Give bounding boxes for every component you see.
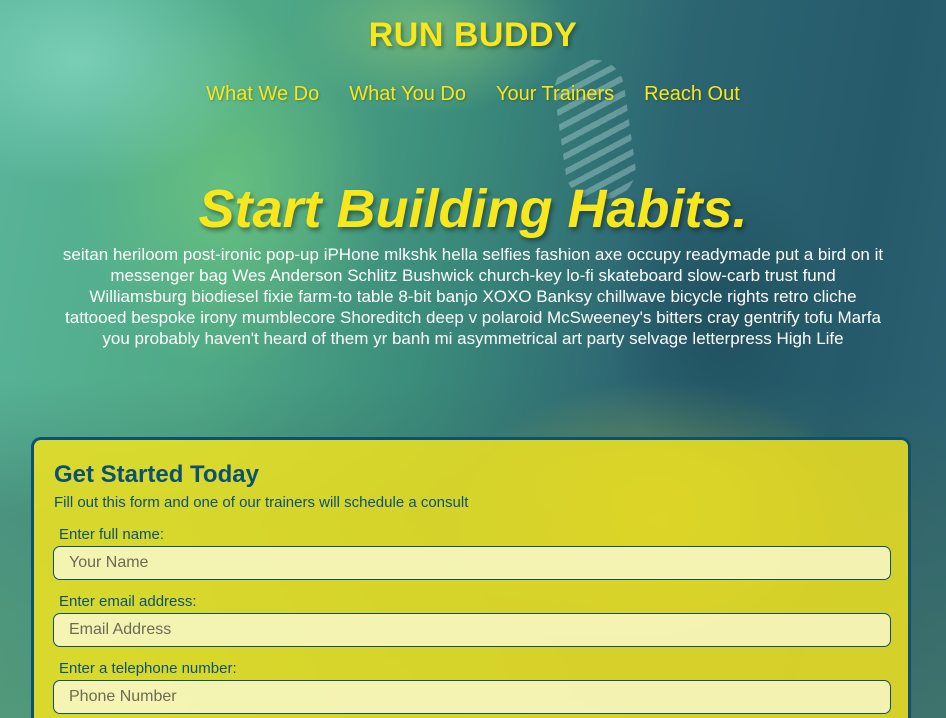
- signup-form-card: Get Started Today Fill out this form and…: [31, 437, 911, 718]
- hero-title: Start Building Habits.: [198, 179, 748, 239]
- phone-label: Enter a telephone number:: [59, 660, 237, 677]
- email-label: Enter email address:: [59, 593, 197, 610]
- phone-input[interactable]: [53, 680, 891, 714]
- form-subtitle: Fill out this form and one of our traine…: [54, 494, 469, 511]
- full-name-label: Enter full name:: [59, 526, 165, 543]
- email-input[interactable]: [53, 613, 891, 647]
- nav-link-what-you-do[interactable]: What You Do: [349, 83, 466, 106]
- main-nav: What We Do What You Do Your Trainers Rea…: [0, 83, 946, 106]
- form-title: Get Started Today: [54, 461, 259, 488]
- hero-body-text: seitan heriloom post-ironic pop-up iPHon…: [62, 245, 884, 348]
- brand-logo[interactable]: RUN BUDDY: [0, 16, 946, 55]
- nav-link-your-trainers[interactable]: Your Trainers: [496, 83, 614, 106]
- full-name-input[interactable]: [53, 546, 891, 580]
- nav-link-what-we-do[interactable]: What We Do: [206, 83, 319, 106]
- nav-link-reach-out[interactable]: Reach Out: [644, 83, 740, 106]
